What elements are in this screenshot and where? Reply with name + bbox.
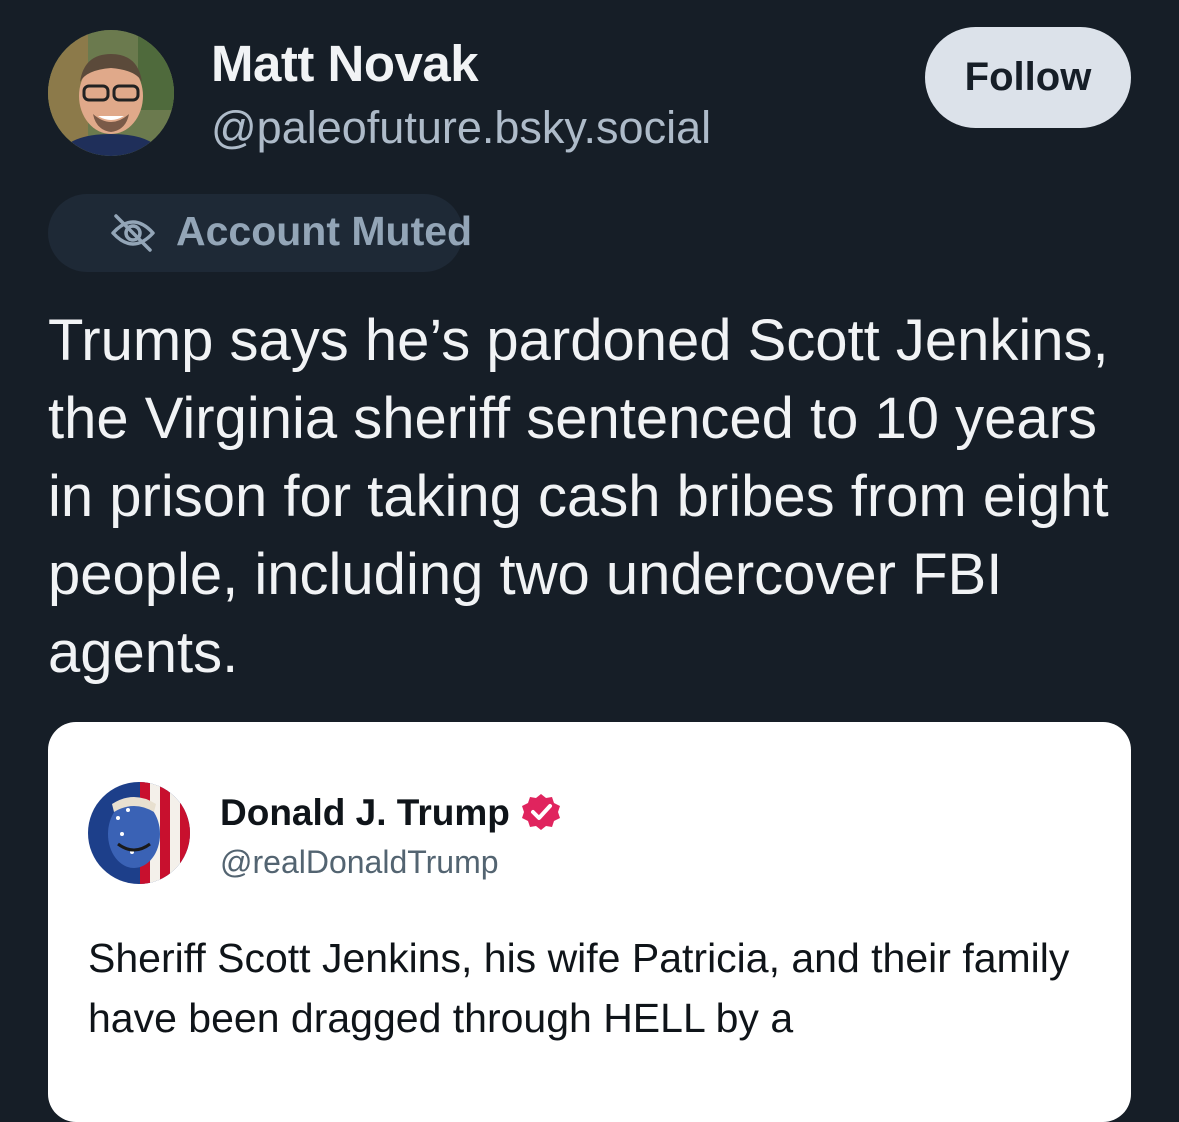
embed-display-name-row[interactable]: Donald J. Trump bbox=[220, 792, 562, 834]
author-avatar[interactable] bbox=[48, 30, 174, 156]
account-muted-label: Account Muted bbox=[176, 208, 473, 254]
embed-display-name: Donald J. Trump bbox=[220, 792, 510, 833]
verified-badge-icon bbox=[520, 792, 562, 834]
account-muted-badge[interactable]: Account Muted bbox=[48, 194, 472, 272]
embed-avatar[interactable] bbox=[88, 782, 190, 884]
post-text: Trump says he’s pardoned Scott Jenkins, … bbox=[48, 308, 1109, 685]
embed-post-text: Sheriff Scott Jenkins, his wife Patricia… bbox=[88, 935, 1070, 1041]
follow-button[interactable]: Follow bbox=[925, 27, 1131, 128]
author-display-name[interactable]: Matt Novak bbox=[211, 34, 479, 93]
embedded-post-card[interactable]: Donald J. Trump @realDonaldTrump Sheriff… bbox=[48, 722, 1131, 1122]
embed-handle[interactable]: @realDonaldTrump bbox=[220, 844, 499, 881]
author-handle[interactable]: @paleofuture.bsky.social bbox=[211, 102, 711, 154]
eye-slash-icon bbox=[110, 213, 156, 253]
